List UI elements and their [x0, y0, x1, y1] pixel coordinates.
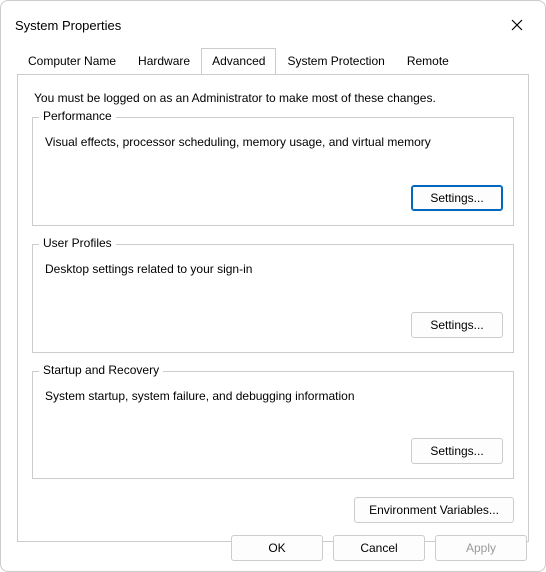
tab-system-protection[interactable]: System Protection	[276, 48, 395, 75]
close-icon	[511, 19, 523, 31]
close-button[interactable]	[503, 11, 531, 39]
apply-button[interactable]: Apply	[435, 535, 527, 561]
startup-recovery-legend: Startup and Recovery	[39, 363, 163, 377]
ok-button[interactable]: OK	[231, 535, 323, 561]
dialog-footer: OK Cancel Apply	[231, 535, 527, 561]
environment-variables-button[interactable]: Environment Variables...	[354, 497, 514, 523]
advanced-panel: You must be logged on as an Administrato…	[17, 74, 529, 542]
startup-recovery-group: Startup and Recovery System startup, sys…	[32, 371, 514, 480]
startup-recovery-desc: System startup, system failure, and debu…	[45, 388, 503, 405]
tab-computer-name[interactable]: Computer Name	[17, 48, 127, 75]
performance-settings-button[interactable]: Settings...	[411, 185, 503, 211]
performance-desc: Visual effects, processor scheduling, me…	[45, 134, 503, 151]
user-profiles-group: User Profiles Desktop settings related t…	[32, 244, 514, 353]
tab-hardware[interactable]: Hardware	[127, 48, 201, 75]
tab-advanced[interactable]: Advanced	[201, 48, 276, 75]
admin-note: You must be logged on as an Administrato…	[34, 91, 512, 105]
user-profiles-desc: Desktop settings related to your sign-in	[45, 261, 503, 278]
performance-group: Performance Visual effects, processor sc…	[32, 117, 514, 226]
cancel-button[interactable]: Cancel	[333, 535, 425, 561]
user-profiles-legend: User Profiles	[39, 236, 116, 250]
user-profiles-settings-button[interactable]: Settings...	[411, 312, 503, 338]
window-title: System Properties	[15, 18, 121, 33]
tab-remote[interactable]: Remote	[396, 48, 460, 75]
startup-recovery-settings-button[interactable]: Settings...	[411, 438, 503, 464]
performance-legend: Performance	[39, 109, 116, 123]
tab-strip: Computer Name Hardware Advanced System P…	[1, 47, 545, 74]
